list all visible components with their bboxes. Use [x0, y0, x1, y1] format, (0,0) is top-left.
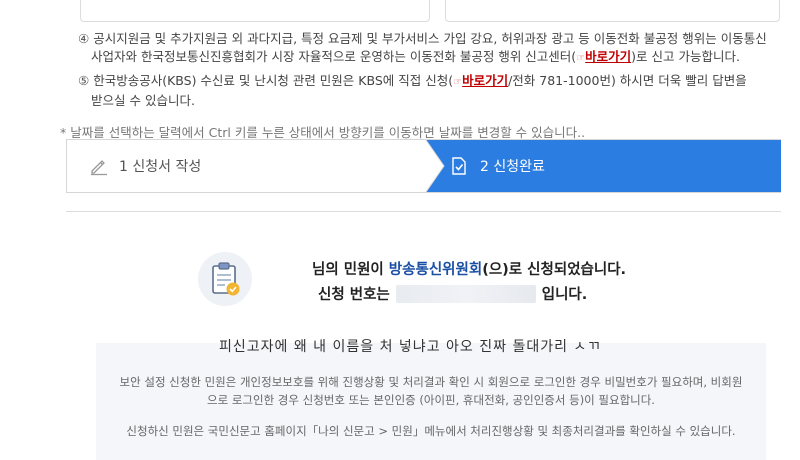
application-number-message: 신청 번호는 입니다. — [318, 283, 587, 304]
top-left-field[interactable] — [80, 0, 430, 22]
security-info-text: 보안 설정 신청한 민원은 개인정보보호를 위해 진행상황 및 처리결과 확인 … — [119, 375, 743, 407]
result-text: (으)로 신청되었습니다. — [482, 262, 627, 278]
notice-text: 사업자와 한국정보통신진흥협회가 시장 자율적으로 운영하는 이동전화 불공정 … — [91, 49, 577, 64]
notice-text: )로 신고 가능합니다. — [631, 49, 740, 64]
result-text: 님의 민원이 — [312, 262, 389, 278]
step-label: 1 신청서 작성 — [119, 159, 202, 175]
notice-text: 한국방송공사(KBS) 수신료 및 난시청 관련 민원은 KBS에 직접 신청( — [93, 73, 454, 88]
info-panel: 보안 설정 신청한 민원은 개인정보보호를 위해 진행상황 및 처리결과 확인 … — [96, 343, 766, 460]
result-text: 입니다. — [541, 287, 588, 303]
document-check-icon — [452, 157, 466, 175]
step-label: 2 신청완료 — [480, 159, 545, 175]
result-text: 신청 번호는 — [318, 287, 390, 303]
step-indicator: 1 신청서 작성 2 신청완료 — [66, 139, 781, 193]
arrow-icon: ☞ — [576, 53, 586, 64]
notice-item-5: ⑤ 한국방송공사(KBS) 수신료 및 난시청 관련 민원은 KBS에 직접 신… — [78, 72, 778, 110]
clipboard-check-icon — [198, 252, 252, 306]
notice-number: ⑤ — [78, 73, 90, 88]
notice-text: /전화 781-1000번) 하시면 더욱 빨리 답변을 — [508, 73, 747, 88]
result-message: 님의 민원이 방송통신위원회(으)로 신청되었습니다. — [312, 258, 626, 279]
agency-name: 방송통신위원회 — [388, 262, 483, 278]
pencil-icon — [91, 160, 107, 176]
notice-number: ④ — [78, 31, 90, 46]
top-input-area — [0, 0, 800, 24]
top-right-field[interactable] — [445, 0, 780, 22]
overlay-caption: 피신고자에 왜 내 이름을 처 넣냐고 아오 진짜 돌대가리 ㅅㄲ — [219, 339, 602, 355]
section-divider — [66, 211, 781, 212]
kbs-link[interactable]: 바로가기 — [462, 73, 508, 88]
report-center-link[interactable]: 바로가기 — [585, 49, 631, 64]
arrow-icon: ☞ — [453, 77, 463, 88]
application-number-redacted — [395, 284, 536, 303]
step-write-application: 1 신청서 작성 — [67, 140, 427, 192]
step-arrow-divider — [424, 140, 445, 192]
step-complete: 2 신청완료 — [424, 140, 781, 192]
notice-text: 받으실 수 있습니다. — [91, 93, 195, 108]
notice-text: 공시지원금 및 추가지원금 외 과다지급, 특정 요금제 및 부가서비스 가입 … — [93, 31, 767, 46]
notice-item-4: ④ 공시지원금 및 추가지원금 외 과다지급, 특정 요금제 및 부가서비스 가… — [78, 30, 778, 68]
check-status-info-text: 신청하신 민원은 국민신문고 홈페이지「나의 신문고 > 민원」메뉴에서 처리진… — [126, 424, 736, 438]
